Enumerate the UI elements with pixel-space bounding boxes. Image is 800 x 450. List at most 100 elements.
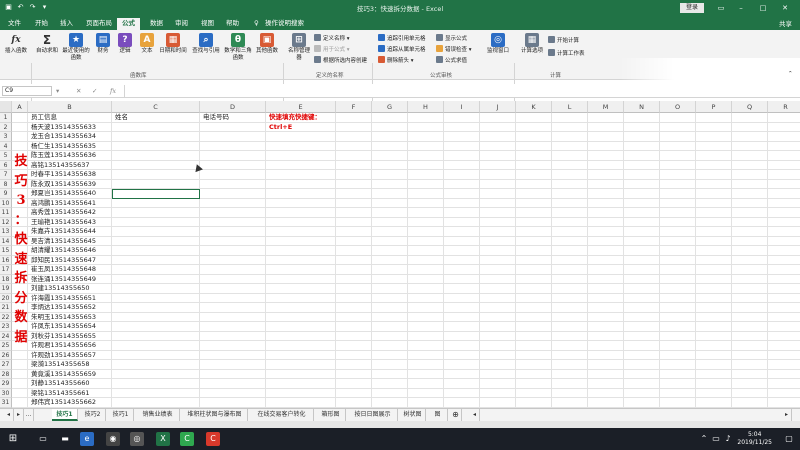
app-icon-2[interactable]: ◎ [130,432,144,446]
text-button[interactable]: A 文本 [137,33,157,55]
calc-options-button[interactable]: ▦ 计算选项 [518,33,546,55]
column-header-c[interactable]: C [112,101,200,113]
column-header-b[interactable]: B [28,101,112,113]
cell-b5[interactable]: 陈玉莲13514355636 [31,151,96,160]
column-header-f[interactable]: F [336,101,372,113]
column-header-i[interactable]: I [444,101,480,113]
use-in-formula-button[interactable]: 用于公式 ▾ [314,45,350,54]
close-icon[interactable]: ✕ [778,2,792,14]
notification-icon[interactable]: ▢ [784,432,794,446]
cell-b13[interactable]: 朱嘉卉13514355644 [31,227,96,236]
row-header[interactable]: 2 [0,122,12,132]
row-header[interactable]: 31 [0,398,12,408]
tab-file[interactable]: 文件 [8,18,21,30]
sheet-tab-4[interactable]: 销售业绩表 [136,409,180,421]
math-trig-button[interactable]: θ 数学和三角函数 [224,33,252,61]
cell-b15[interactable]: 胡清耀13514355646 [31,246,96,255]
autosum-button[interactable]: Σ 自动求和 [34,33,60,55]
tell-me-search[interactable]: 操作说明搜索 [265,18,304,30]
minimize-icon[interactable]: – [734,2,748,14]
row-header[interactable]: 20 [0,293,12,303]
row-header[interactable]: 23 [0,322,12,332]
more-functions-button[interactable]: ▣ 其他函数 [254,33,280,55]
cell-b21[interactable]: 李炳达13514355652 [31,303,96,312]
tab-review[interactable]: 审阅 [175,18,188,30]
add-sheet-icon[interactable]: ⊕ [450,409,462,421]
row-header[interactable]: 3 [0,132,12,142]
maximize-icon[interactable]: □ [756,2,770,14]
trace-dependents-button[interactable]: 追踪从属单元格 [378,45,426,54]
cell-b12[interactable]: 王瑜艳13514355643 [31,218,96,227]
scroll-right-icon[interactable]: ▸ [14,409,24,421]
cell-b11[interactable]: 高秀莲13514355642 [31,208,96,217]
evaluate-formula-button[interactable]: 公式求值 [436,56,467,65]
column-header-g[interactable]: G [372,101,408,113]
name-manager-button[interactable]: ⊞ 名称管理器 [286,33,312,61]
share-button[interactable]: 共享 [779,18,792,28]
cell-b24[interactable]: 刘秋芬13514355655 [31,332,96,341]
tab-view[interactable]: 视图 [201,18,214,30]
column-header-l[interactable]: L [552,101,588,113]
row-header[interactable]: 6 [0,160,12,170]
row-header[interactable]: 11 [0,208,12,218]
ribbon-display-icon[interactable]: ▭ [714,2,728,14]
remove-arrows-button[interactable]: 删除箭头 ▾ [378,56,414,65]
logical-button[interactable]: ? 逻辑 [115,33,135,55]
column-header-h[interactable]: H [408,101,444,113]
row-header[interactable]: 26 [0,350,12,360]
row-header[interactable]: 30 [0,388,12,398]
row-header[interactable]: 12 [0,217,12,227]
row-header[interactable]: 29 [0,379,12,389]
windows-start-icon[interactable]: ⊞ [6,432,20,446]
column-header-j[interactable]: J [480,101,516,113]
cell-b23[interactable]: 许凤东13514355654 [31,322,96,331]
file-explorer-icon[interactable]: ▬ [58,432,72,446]
sheet-tab-10[interactable]: 图 [428,409,448,421]
column-header-n[interactable]: N [624,101,660,113]
financial-button[interactable]: ▤ 财务 [93,33,113,55]
column-header-m[interactable]: M [588,101,624,113]
cell-b16[interactable]: 邱知民13514355647 [31,256,96,265]
sheet-tab-6[interactable]: 在线交易客户转化 [250,409,314,421]
column-header-d[interactable]: D [200,101,266,113]
tab-help[interactable]: 帮助 [226,18,239,30]
create-from-selection-button[interactable]: 根据所选内容创建 [314,56,367,65]
row-header[interactable]: 1 [0,113,12,123]
scroll-left-icon[interactable]: ◂ [4,409,14,421]
error-checking-button[interactable]: 错误检查 ▾ [436,45,472,54]
sheet-scroll-right-icon[interactable]: ▸ [782,409,792,421]
volume-icon[interactable]: ♪ [724,432,732,446]
define-name-button[interactable]: 定义名称 ▾ [314,34,350,43]
tray-up-icon[interactable]: ⌃ [700,432,708,446]
system-clock[interactable]: 5:04 2019/11/25 [737,431,772,447]
tab-formulas[interactable]: 公式 [117,18,140,30]
row-header[interactable]: 25 [0,341,12,351]
tab-insert[interactable]: 插入 [60,18,73,30]
cancel-icon[interactable]: ✕ [76,86,81,96]
date-time-button[interactable]: ▦ 日期和时间 [158,33,188,55]
formula-input[interactable] [124,85,794,97]
cell-b19[interactable]: 刘建13514355650 [31,284,90,293]
row-header[interactable]: 9 [0,189,12,199]
row-header[interactable]: 27 [0,360,12,370]
cell-b31[interactable]: 郑伟宾13514355662 [31,398,96,407]
row-header[interactable]: 14 [0,236,12,246]
row-header[interactable]: 7 [0,170,12,180]
recorder-icon[interactable]: C [206,432,220,446]
show-formulas-button[interactable]: 显示公式 [436,34,467,43]
recently-used-button[interactable]: ★ 最近使用的函数 [61,33,91,61]
row-header[interactable]: 4 [0,141,12,151]
name-box[interactable]: C9 [2,86,52,96]
lookup-reference-button[interactable]: ⌕ 查找与引用 [190,33,222,55]
cell-e1[interactable]: 快速填充快捷键： [269,113,321,122]
trace-precedents-button[interactable]: 追踪引用单元格 [378,34,426,43]
cell-b3[interactable]: 龙玉合13514355634 [31,132,96,141]
cell-b29[interactable]: 刘静13514355660 [31,379,90,388]
app-icon[interactable]: ◉ [106,432,120,446]
excel-taskbar-icon[interactable]: X [156,432,170,446]
cell-b8[interactable]: 陈永双13514355639 [31,180,96,189]
column-header-p[interactable]: P [696,101,732,113]
select-all-corner[interactable] [0,101,12,113]
calc-sheet-button[interactable]: 计算工作表 [548,49,585,58]
cell-b20[interactable]: 许海霞13514355651 [31,294,96,303]
